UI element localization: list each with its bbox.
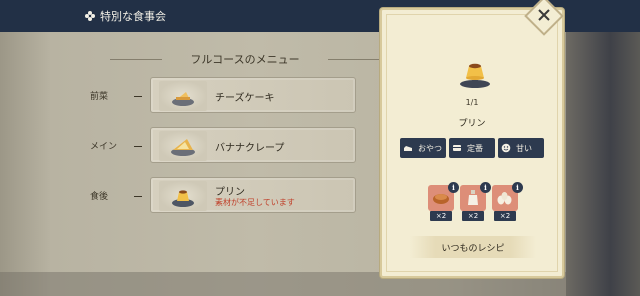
milk-bottle-icon [468, 190, 478, 205]
dish-count: 1/1 [465, 98, 479, 107]
smile-icon [501, 143, 511, 153]
close-icon[interactable] [534, 5, 554, 25]
scene-title-text: 特別な食事会 [100, 10, 166, 23]
header-divider-right [328, 59, 380, 60]
course-dash [134, 196, 142, 197]
ingredient-quantity: ×2 [430, 211, 452, 221]
course-row-appetizer: 前菜 チーズケーキ [0, 77, 380, 117]
cheesecake-icon [172, 92, 194, 106]
header-divider-left [110, 59, 162, 60]
bread-icon [433, 194, 449, 204]
ingredient-shortage-warning: 素材が不足しています [215, 198, 295, 207]
dish-thumb [159, 181, 207, 211]
tag-sweet: 甘い [498, 138, 544, 158]
tag-label: 定番 [467, 143, 483, 153]
crepe-icon [171, 139, 195, 156]
course-card-dessert[interactable]: プリン 素材が不足しています [150, 177, 356, 213]
tag-label: 甘い [516, 143, 532, 153]
ingredient-slot-3[interactable]: i ×2 [492, 182, 523, 221]
background-scenery [566, 32, 640, 296]
course-row-main: メイン バナナクレープ [0, 127, 380, 167]
dish-name: チーズケーキ [215, 93, 275, 104]
tag-snack: おやつ [400, 138, 446, 158]
ingredient-slot-2[interactable]: i ×2 [460, 182, 491, 221]
ingredient-slot-1[interactable]: i ×2 [428, 182, 459, 221]
ingredient-quantity: ×2 [494, 211, 516, 221]
course-card-appetizer[interactable]: チーズケーキ [150, 77, 356, 113]
cake-icon [404, 146, 412, 151]
tag-label: おやつ [418, 143, 442, 153]
usual-recipe-button[interactable]: いつものレシピ [410, 236, 536, 258]
dish-thumb [159, 81, 207, 111]
course-label: 前菜 [90, 92, 109, 102]
menu-header: フルコースのメニュー [110, 48, 380, 70]
dish-name: バナナクレープ [215, 143, 285, 154]
pudding-large-icon [460, 63, 490, 88]
flower-icon [85, 11, 95, 21]
dish-name: プリン [215, 187, 245, 198]
menu-header-text: フルコースのメニュー [190, 53, 300, 66]
info-icon[interactable]: i [512, 182, 523, 193]
info-icon[interactable]: i [480, 182, 491, 193]
course-dash [134, 146, 142, 147]
course-row-dessert: 食後 プリン 素材が不足しています [0, 177, 380, 217]
course-label: 食後 [90, 192, 109, 202]
tag-classic: 定番 [449, 138, 495, 158]
info-icon[interactable]: i [448, 182, 459, 193]
course-label: メイン [90, 142, 118, 152]
bowl-icon [453, 145, 461, 151]
ingredient-quantity: ×2 [462, 211, 484, 221]
pudding-icon [172, 190, 194, 207]
dish-thumb [159, 131, 207, 161]
eggs-icon [497, 192, 512, 205]
dish-detail-title: プリン [458, 119, 486, 129]
course-card-main[interactable]: バナナクレープ [150, 127, 356, 163]
scene-title: 特別な食事会 [84, 8, 166, 24]
course-dash [134, 96, 142, 97]
